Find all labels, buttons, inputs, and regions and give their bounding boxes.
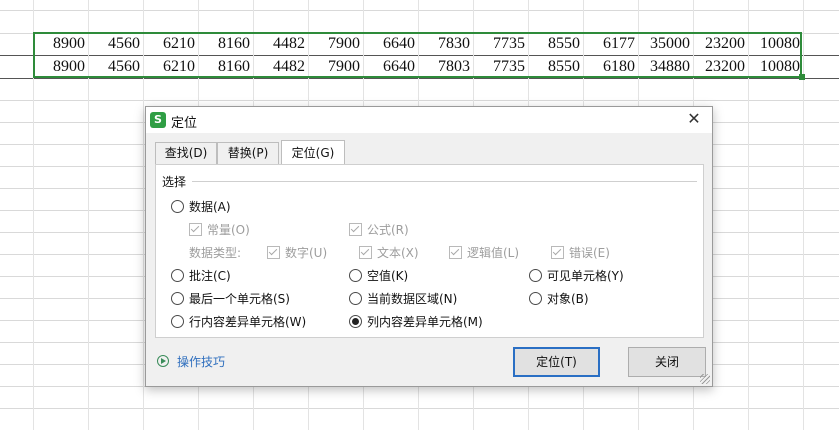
checkbox-formula-label: 公式(R) xyxy=(367,223,409,237)
tab-goto[interactable]: 定位(G) xyxy=(281,140,345,164)
radio-blank-label[interactable]: 空值(K) xyxy=(367,267,408,284)
wps-spreadsheet-icon: S xyxy=(150,112,166,128)
radio-current-region-label[interactable]: 当前数据区域(N) xyxy=(367,290,457,307)
tab-replace[interactable]: 替换(P) xyxy=(217,142,279,164)
locate-button[interactable]: 定位(T) xyxy=(513,347,600,377)
checkbox-constant-label: 常量(O) xyxy=(207,223,250,237)
checkbox-logical xyxy=(449,246,462,259)
checkbox-error xyxy=(551,246,564,259)
dialog-title: 定位 xyxy=(171,116,198,131)
checkbox-error-label: 错误(E) xyxy=(569,246,610,260)
play-circle-icon[interactable] xyxy=(157,355,169,367)
checkbox-constant xyxy=(189,223,202,236)
row-gridline xyxy=(0,78,839,79)
radio-last-cell[interactable] xyxy=(171,292,184,305)
radio-visible-cells-label[interactable]: 可见单元格(Y) xyxy=(547,267,624,284)
checkbox-text-label: 文本(X) xyxy=(377,246,419,260)
data-type-label: 数据类型: xyxy=(189,246,242,260)
checkbox-number-label: 数字(U) xyxy=(285,246,328,260)
radio-visible-cells[interactable] xyxy=(529,269,542,282)
tab-find[interactable]: 查找(D) xyxy=(155,142,217,164)
close-icon[interactable]: ✕ xyxy=(684,109,704,129)
checkbox-logical-label: 逻辑值(L) xyxy=(467,246,520,260)
radio-comment-label[interactable]: 批注(C) xyxy=(189,267,231,284)
radio-objects-label[interactable]: 对象(B) xyxy=(547,290,589,307)
radio-row-differences[interactable] xyxy=(171,315,184,328)
row-gridline xyxy=(0,10,839,11)
goto-dialog: S 定位 ✕ 查找(D) 替换(P) 定位(G) 选择 数据(A) 常量(O) … xyxy=(145,106,713,387)
radio-row-differences-label[interactable]: 行内容差异单元格(W) xyxy=(189,313,306,330)
checkbox-text xyxy=(359,246,372,259)
radio-objects[interactable] xyxy=(529,292,542,305)
fill-handle[interactable] xyxy=(799,74,805,80)
col-gridline xyxy=(803,0,804,430)
radio-last-cell-label[interactable]: 最后一个单元格(S) xyxy=(189,290,290,307)
radio-column-differences[interactable] xyxy=(349,315,362,328)
radio-data[interactable] xyxy=(171,200,184,213)
row-gridline xyxy=(0,100,839,101)
radio-data-label[interactable]: 数据(A) xyxy=(189,198,231,215)
checkbox-formula xyxy=(349,223,362,236)
radio-column-differences-label[interactable]: 列内容差异单元格(M) xyxy=(367,313,483,330)
resize-grip-icon[interactable] xyxy=(700,374,710,384)
radio-current-region[interactable] xyxy=(349,292,362,305)
selection-range xyxy=(33,32,802,78)
group-divider xyxy=(192,181,697,182)
row-gridline xyxy=(0,408,839,409)
radio-comment[interactable] xyxy=(171,269,184,282)
select-group-label: 选择 xyxy=(162,173,191,190)
goto-panel: 选择 数据(A) 常量(O) 公式(R) 数据类型: 数字(U) 文本(X) 逻… xyxy=(155,164,704,338)
close-button[interactable]: 关闭 xyxy=(628,347,706,377)
radio-blank[interactable] xyxy=(349,269,362,282)
dialog-titlebar[interactable]: S 定位 ✕ xyxy=(146,107,712,133)
checkbox-number xyxy=(267,246,280,259)
tips-link[interactable]: 操作技巧 xyxy=(177,353,225,370)
